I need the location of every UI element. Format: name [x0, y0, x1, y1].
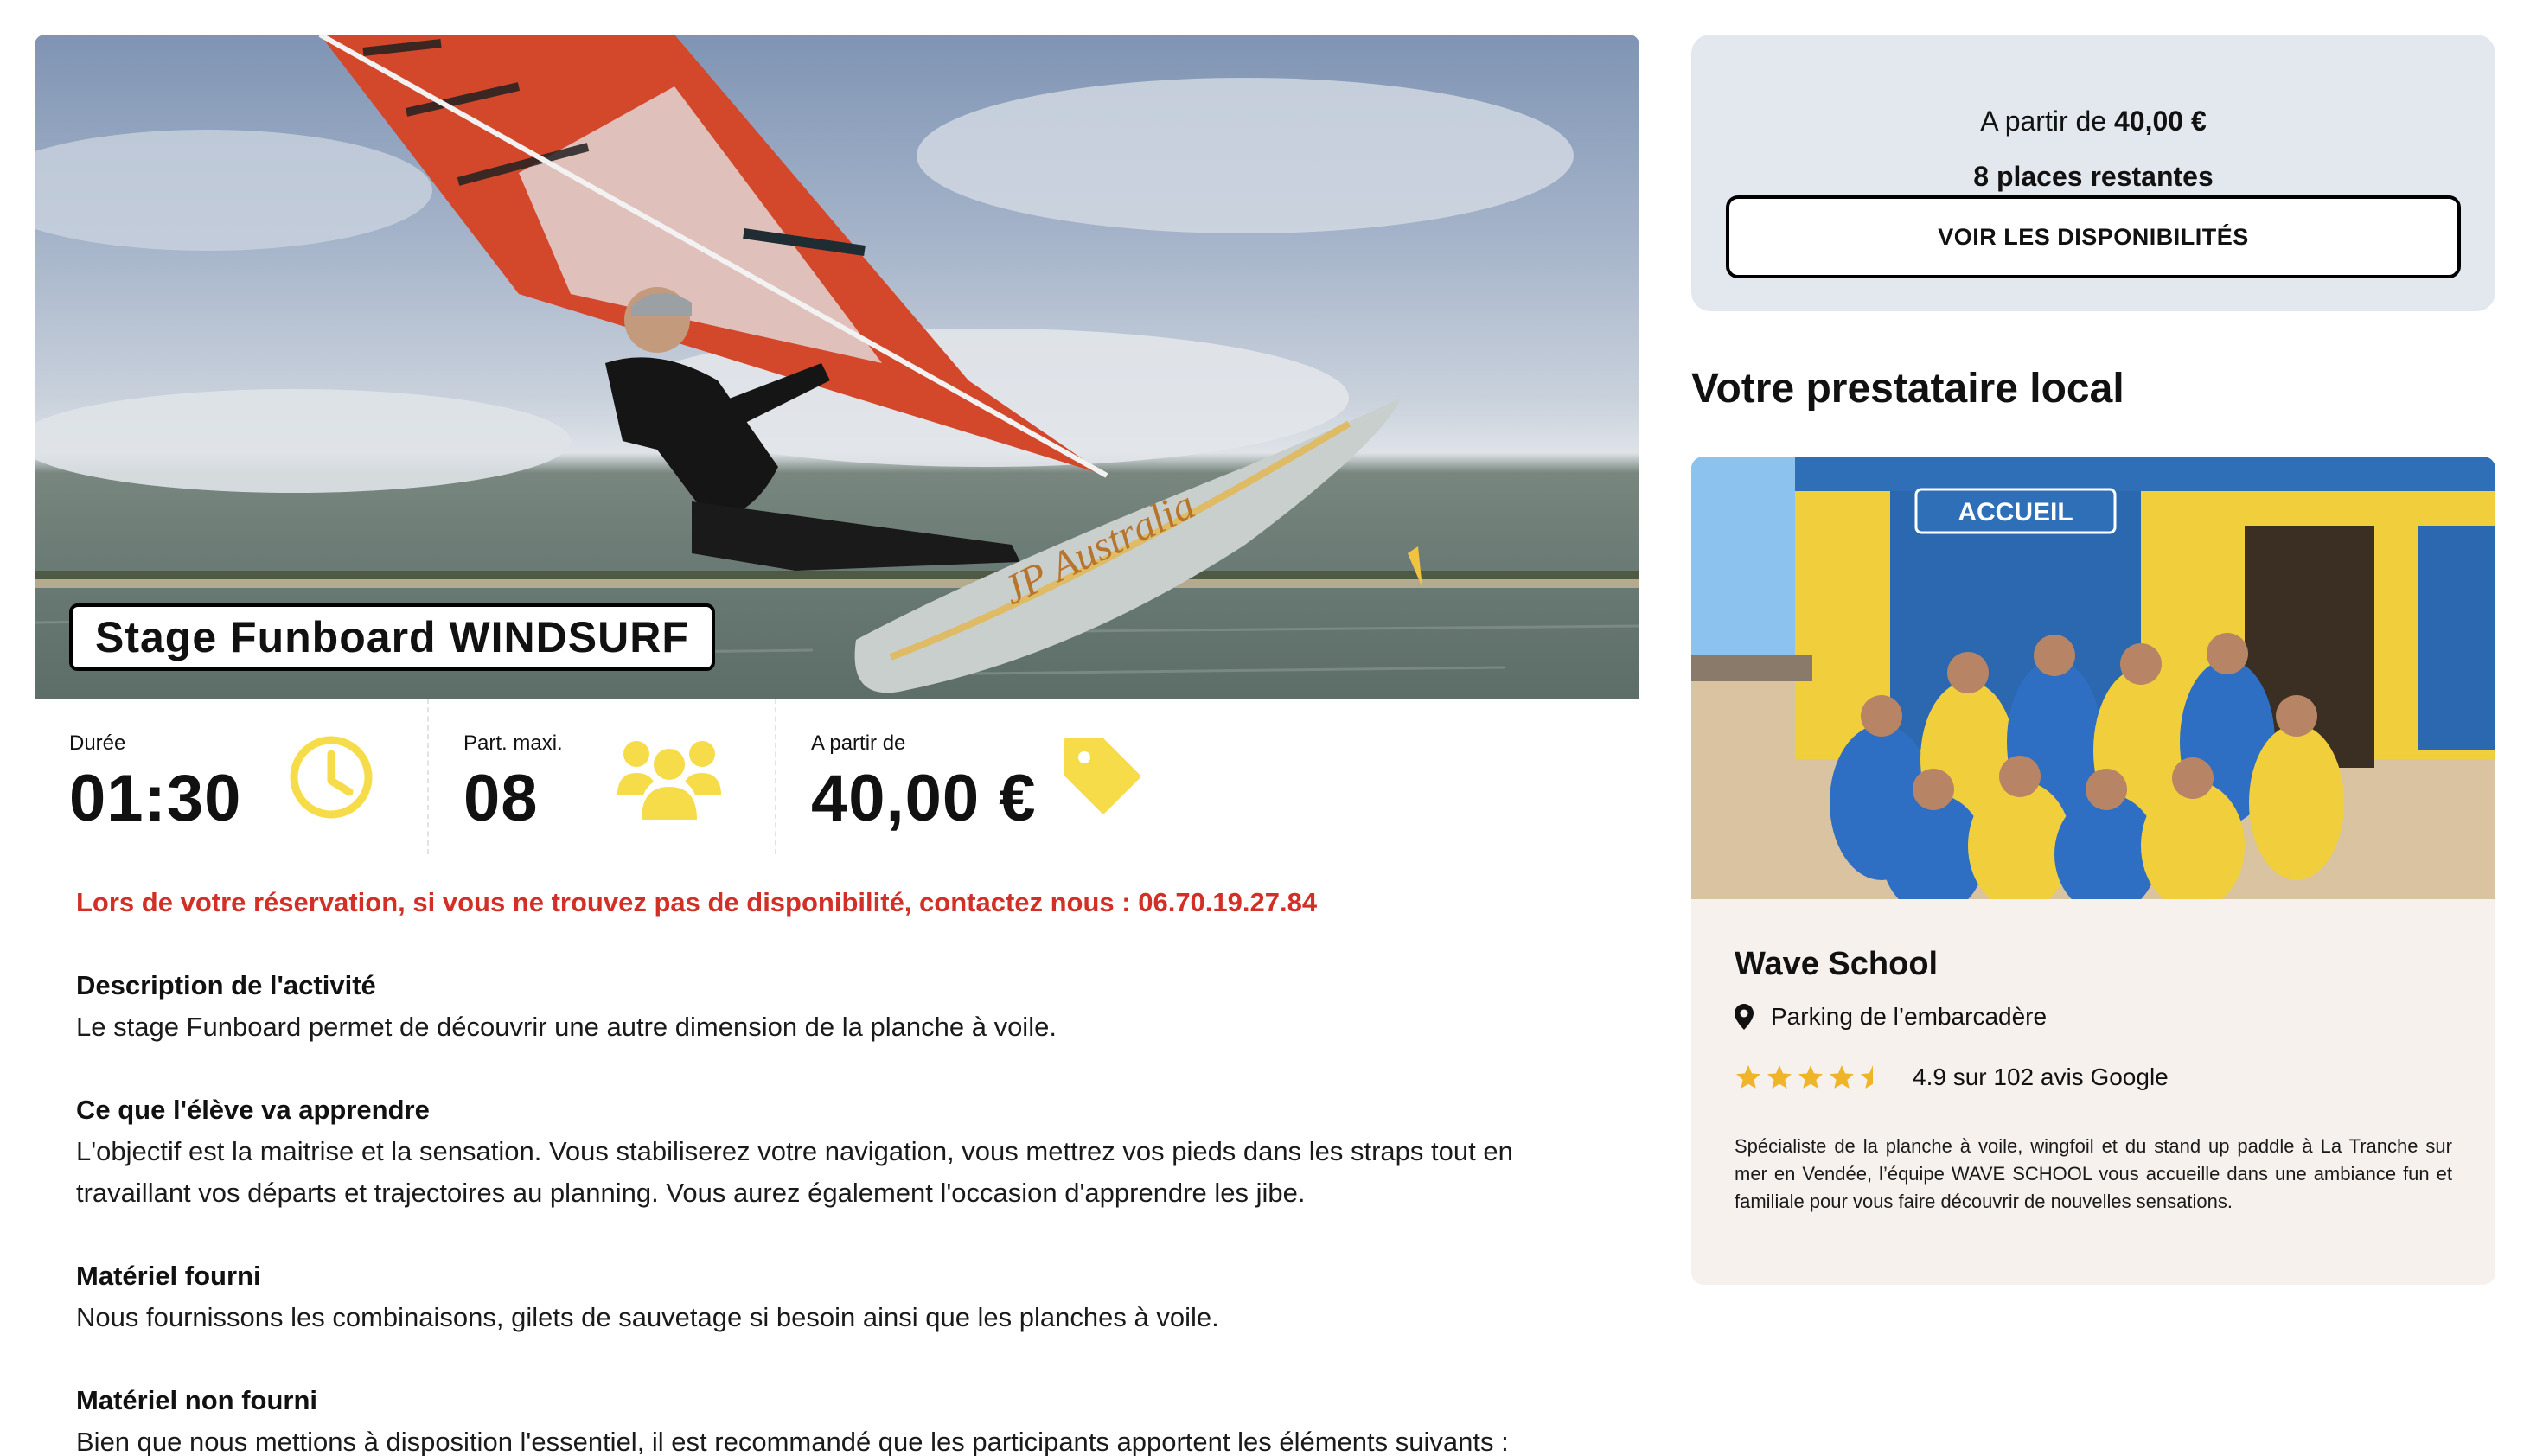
- activity-title: Stage Funboard WINDSURF: [69, 603, 715, 671]
- accueil-sign: ACCUEIL: [1958, 498, 2073, 527]
- section-title-equipment-provided: Matériel fourni: [76, 1261, 261, 1291]
- stat-duration: Durée 01:30: [35, 699, 429, 854]
- star-full-icon: [1830, 1065, 1854, 1089]
- activity-stats: Durée 01:30 Part. maxi. 08 A partir de 4…: [35, 699, 1639, 854]
- users-icon: [617, 741, 721, 820]
- clock-icon: [290, 736, 373, 819]
- remaining-places: 8 places restantes: [1973, 161, 2214, 192]
- provider-location-text: Parking de l’embarcadère: [1771, 1003, 2048, 1030]
- section-title-equipment-not-provided: Matériel non fourni: [76, 1385, 317, 1415]
- provider-card[interactable]: ACCUEIL Wave School Parking de l’embarca…: [1691, 457, 2495, 1285]
- stat-price: A partir de 40,00 €: [776, 699, 1639, 854]
- provider-name: Wave School: [1735, 946, 1939, 982]
- section-text-equipment-not-provided: Bien que nous mettions à disposition l'e…: [76, 1427, 1509, 1456]
- provider-description: Spécialiste de la planche à voile, wingf…: [1735, 1135, 2452, 1212]
- section-title-learning: Ce que l'élève va apprendre: [76, 1095, 430, 1125]
- section-text-description: Le stage Funboard permet de découvrir un…: [76, 1012, 1057, 1042]
- star-full-icon: [1798, 1065, 1823, 1089]
- section-text-learning: L'objectif est la maitrise et la sensati…: [76, 1136, 1513, 1208]
- star-full-icon: [1736, 1065, 1760, 1089]
- stat-participants-label: Part. maxi.: [463, 731, 563, 755]
- activity-description: Lors de votre réservation, si vous ne tr…: [76, 882, 1632, 1456]
- section-text-equipment-provided: Nous fournissons les combinaisons, gilet…: [76, 1302, 1219, 1332]
- stat-duration-label: Durée: [69, 731, 126, 755]
- provider-heading: Votre prestataire local: [1691, 366, 2124, 412]
- windsurfer-jumping-photo: JP Australia: [35, 35, 1639, 693]
- see-availability-button[interactable]: VOIR LES DISPONIBILITÉS: [1726, 195, 2461, 278]
- availability-alert: Lors de votre réservation, si vous ne tr…: [76, 887, 1318, 917]
- map-pin-icon: [1735, 1004, 1754, 1030]
- booking-from-price: A partir de 40,00 €: [1691, 105, 2495, 137]
- provider-location: Parking de l’embarcadère: [1735, 1003, 2047, 1031]
- booking-card: A partir de 40,00 € 8 places restantes V…: [1691, 35, 2495, 311]
- star-half-icon: [1861, 1065, 1873, 1089]
- provider-rating[interactable]: 4.9 sur 102 avis Google: [1735, 1063, 2169, 1091]
- rating-text: 4.9 sur 102 avis Google: [1913, 1063, 2169, 1090]
- booking-from-label: A partir de: [1980, 105, 2107, 137]
- stat-price-label: A partir de: [811, 731, 906, 755]
- stat-duration-value: 01:30: [69, 762, 242, 835]
- stat-price-value: 40,00 €: [811, 762, 1037, 835]
- rating-stars: [1735, 1063, 1887, 1091]
- activity-hero-image: JP Australia Stage Funboard WINDSURF: [35, 35, 1639, 699]
- stat-participants-value: 08: [463, 762, 539, 835]
- team-photo: ACCUEIL: [1691, 457, 2495, 899]
- stat-max-participants: Part. maxi. 08: [429, 699, 776, 854]
- booking-price-value: 40,00 €: [2113, 105, 2207, 137]
- star-full-icon: [1767, 1065, 1792, 1089]
- provider-photo: ACCUEIL: [1691, 457, 2495, 899]
- price-tag-icon: [1064, 738, 1140, 814]
- section-title-description: Description de l'activité: [76, 970, 376, 1000]
